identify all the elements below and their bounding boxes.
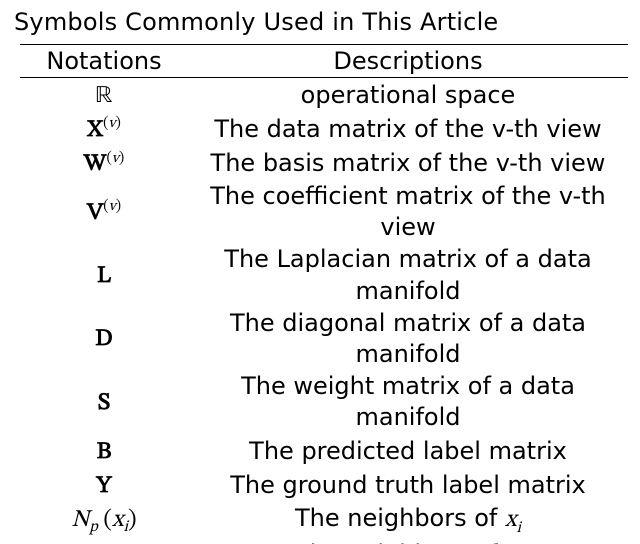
- notation: ℝ: [95, 84, 113, 108]
- table-row: L The Laplacian matrix of a data manifold: [20, 244, 628, 307]
- table-row: Np (xi) The neighbors of xi: [20, 502, 628, 538]
- description: The coefficient matrix of the v-th view: [210, 182, 605, 241]
- notation-cell: D: [20, 307, 188, 370]
- notation-cell: L: [20, 244, 188, 307]
- table-body: ℝoperational space X(v) The data matrix of…: [20, 78, 628, 544]
- table-title: Symbols Commonly Used in This Article: [14, 8, 624, 36]
- description-cell: The diagonal matrix of a data manifold: [188, 307, 628, 370]
- table-row: Y The ground truth label matrix: [20, 468, 628, 502]
- notation: S: [98, 391, 110, 415]
- header-descriptions: Descriptions: [188, 45, 628, 78]
- header-row: Notations Descriptions: [20, 45, 628, 78]
- description: operational space: [301, 81, 516, 109]
- table-row: Np (xj) The neighbors of xj: [20, 539, 628, 544]
- table-row: D The diagonal matrix of a data manifold: [20, 307, 628, 370]
- description: The neighbors of xj: [295, 540, 521, 544]
- description-cell: The basis matrix of the v-th view: [188, 146, 628, 180]
- notation: X(v): [87, 118, 121, 142]
- notation-cell: S: [20, 371, 188, 434]
- description-cell: The ground truth label matrix: [188, 468, 628, 502]
- description-cell: The neighbors of xi: [188, 502, 628, 538]
- description-cell: The Laplacian matrix of a data manifold: [188, 244, 628, 307]
- notation: D: [95, 327, 113, 351]
- page: Symbols Commonly Used in This Article No…: [0, 0, 640, 544]
- table-row: X(v) The data matrix of the v-th view: [20, 112, 628, 146]
- description: The predicted label matrix: [249, 437, 567, 465]
- notation-cell: B: [20, 434, 188, 468]
- notation: Y: [96, 474, 112, 498]
- table-row: ℝoperational space: [20, 78, 628, 113]
- notation: V(v): [87, 201, 121, 225]
- notation-cell: V(v): [20, 181, 188, 244]
- notation: B: [97, 440, 112, 464]
- table-row: S The weight matrix of a data manifold: [20, 371, 628, 434]
- notation-cell: Y: [20, 468, 188, 502]
- description: The ground truth label matrix: [230, 471, 585, 499]
- description-cell: operational space: [188, 78, 628, 113]
- notation-cell: Np (xi): [20, 502, 188, 538]
- table-row: V(v) The coefficient matrix of the v-th v…: [20, 181, 628, 244]
- table-row: W(v) The basis matrix of the v-th view: [20, 146, 628, 180]
- header-notations: Notations: [20, 45, 188, 78]
- description-cell: The weight matrix of a data manifold: [188, 371, 628, 434]
- notation: L: [97, 264, 111, 288]
- description: The neighbors of xi: [295, 504, 521, 532]
- description-cell: The predicted label matrix: [188, 434, 628, 468]
- notation: W(v): [84, 152, 124, 176]
- description: The basis matrix of the v-th view: [211, 149, 606, 177]
- notation-cell: X(v): [20, 112, 188, 146]
- description: The diagonal matrix of a data manifold: [230, 309, 586, 368]
- description: The Laplacian matrix of a data manifold: [224, 245, 591, 304]
- notation-cell: W(v): [20, 146, 188, 180]
- notation-cell: Np (xj): [20, 539, 188, 544]
- notation: Np (xi): [71, 508, 136, 532]
- description-cell: The neighbors of xj: [188, 539, 628, 544]
- table-row: B The predicted label matrix: [20, 434, 628, 468]
- symbols-table: Notations Descriptions ℝoperational spac…: [20, 44, 628, 544]
- notation-cell: ℝ: [20, 78, 188, 113]
- description: The data matrix of the v-th view: [214, 115, 601, 143]
- description-cell: The data matrix of the v-th view: [188, 112, 628, 146]
- description-cell: The coefficient matrix of the v-th view: [188, 181, 628, 244]
- description: The weight matrix of a data manifold: [241, 372, 575, 431]
